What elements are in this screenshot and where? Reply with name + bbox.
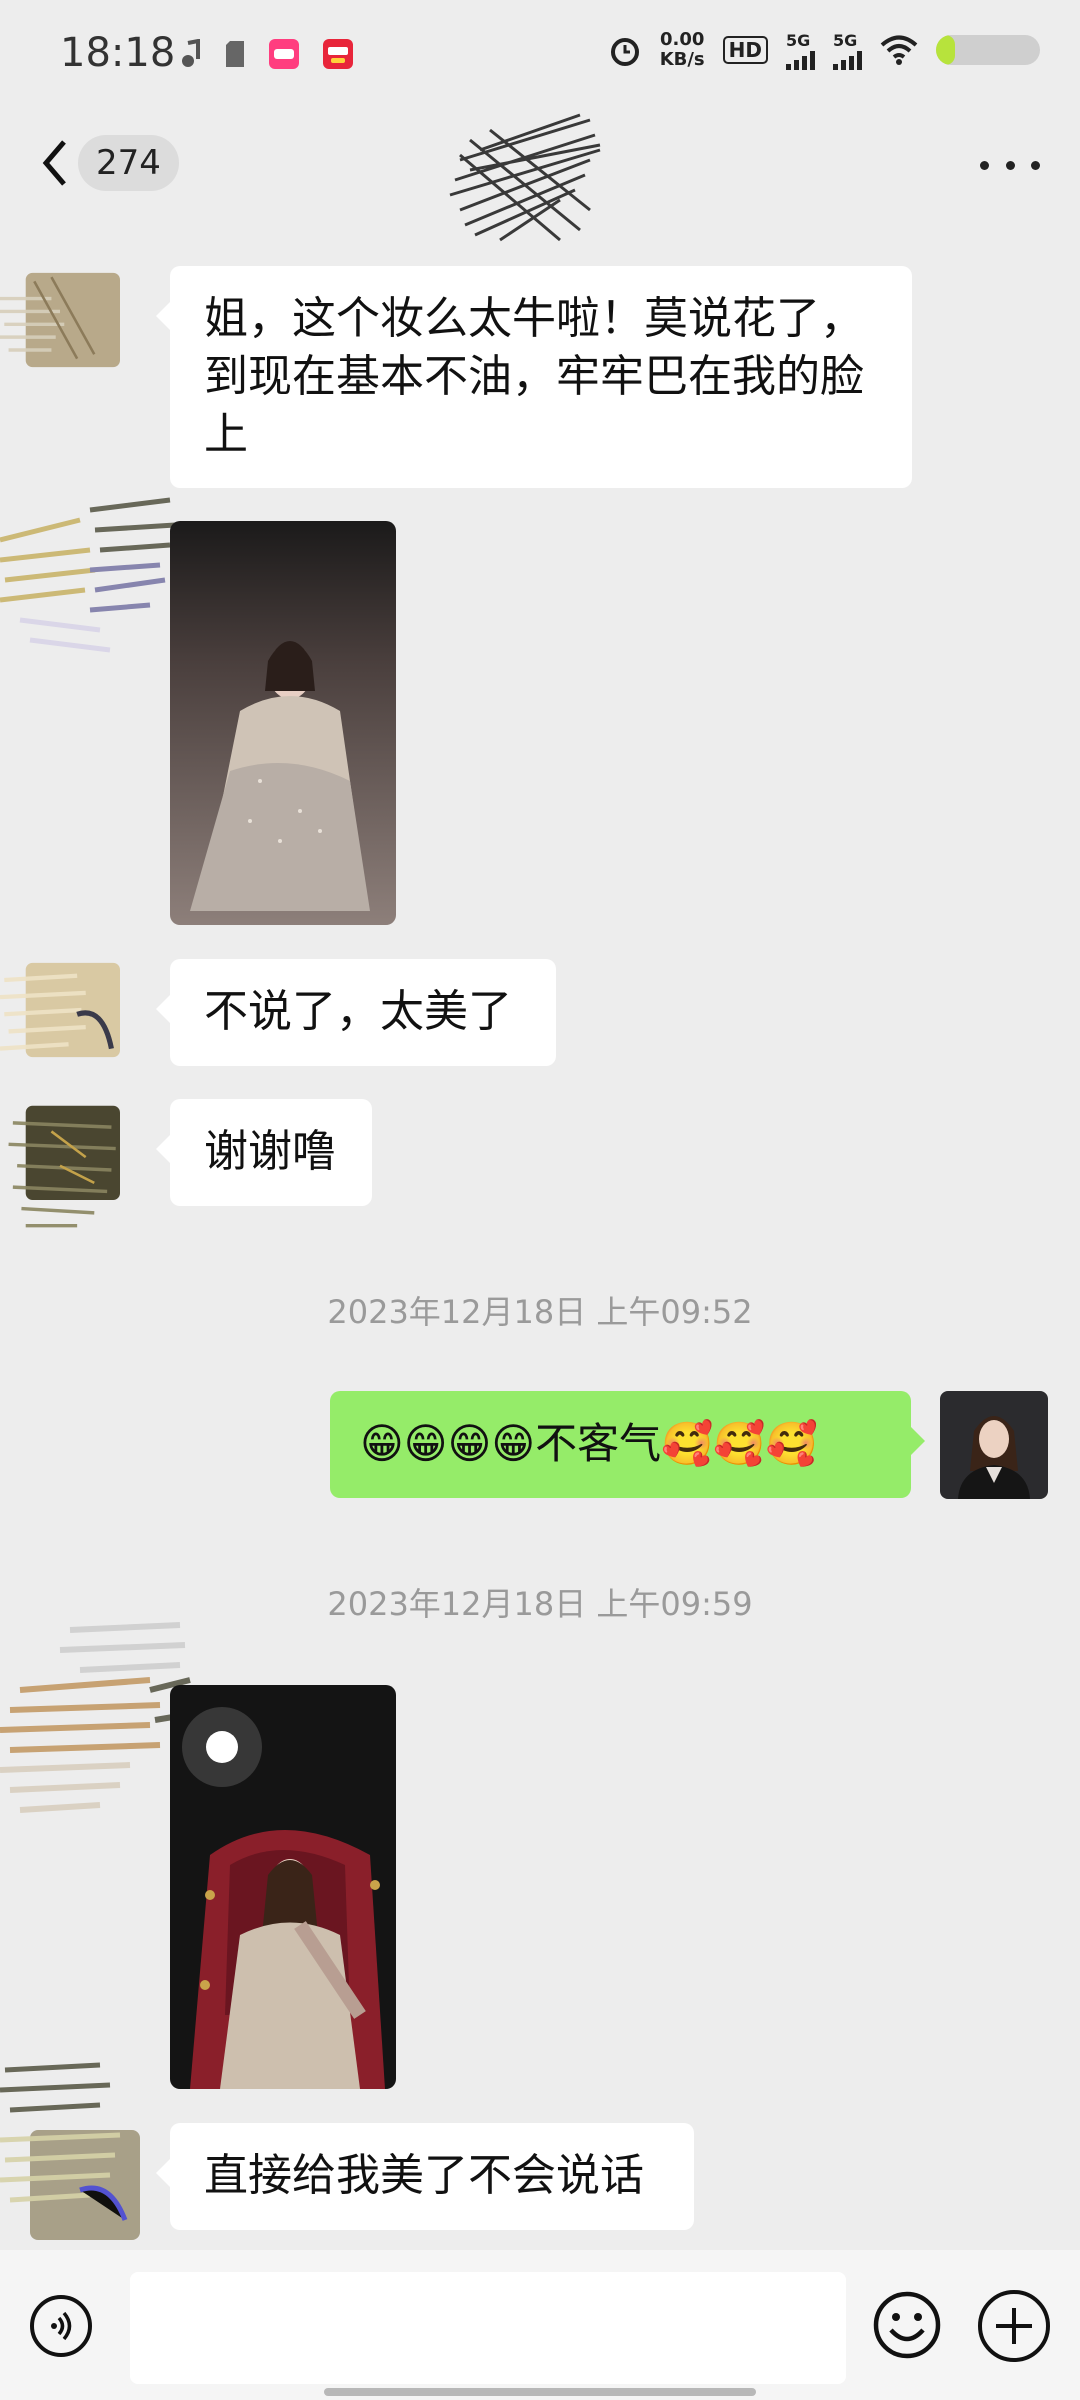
cellular-signal-2: 5G	[833, 31, 862, 70]
contact-avatar[interactable]	[0, 265, 120, 375]
input-bar	[0, 2250, 1080, 2400]
message-bubble-outgoing[interactable]: 😁😁😁😁不客气🥰🥰🥰	[330, 1391, 925, 1498]
battery-icon	[936, 35, 1040, 65]
back-button[interactable]: 274	[40, 135, 179, 191]
voice-wave-icon	[51, 2311, 72, 2341]
app-notification-icon	[323, 39, 353, 69]
network-speed-value: 0.00	[659, 29, 705, 50]
message-bubble-incoming[interactable]: 不说了，太美了	[156, 959, 556, 1066]
message-bubble-incoming[interactable]: 直接给我美了不会说话	[156, 2123, 694, 2230]
status-time: 18:18	[60, 30, 176, 76]
message-list[interactable]: 姐，这个妆么太牛啦！莫说花了，到现在基本不油，牢牢巴在我的脸上 不说了，太美了	[0, 230, 1080, 2250]
dot-icon	[1005, 160, 1015, 170]
emoji-button[interactable]	[872, 2290, 942, 2360]
message-bubble-incoming[interactable]: 谢谢噜	[156, 1099, 372, 1206]
status-system-icons: 0.00 KB/s HD 5G 5G	[608, 30, 1040, 70]
dot-icon	[980, 160, 989, 170]
contact-avatar[interactable]	[0, 955, 120, 1065]
more-options-button[interactable]	[980, 150, 1040, 180]
message-timestamp: 2023年12月18日 上午09:52	[327, 1293, 753, 1331]
unread-count-badge: 274	[78, 135, 179, 191]
contact-avatar[interactable]	[0, 480, 180, 660]
message-text: 姐，这个妆么太牛啦！莫说花了，到现在基本不油，牢牢巴在我的脸上	[204, 293, 864, 460]
message-image[interactable]	[170, 521, 396, 925]
message-text: 😁😁😁😁不客气🥰🥰🥰	[360, 1419, 819, 1468]
more-functions-button[interactable]	[978, 2290, 1050, 2362]
dot-icon	[1031, 160, 1040, 170]
contact-avatar[interactable]	[0, 1095, 120, 1245]
alarm-icon	[610, 38, 639, 66]
home-indicator[interactable]	[324, 2388, 756, 2396]
contact-avatar[interactable]	[0, 1620, 191, 1820]
message-text: 谢谢噜	[204, 1126, 336, 1177]
wifi-icon	[880, 35, 918, 65]
app-notification-icon	[269, 39, 299, 69]
network-type-label: 5G	[786, 30, 811, 50]
signal-bars-icon	[786, 50, 815, 70]
status-notification-icons	[180, 38, 354, 70]
cellular-signal-1: 5G	[786, 31, 815, 70]
network-speed-unit: KB/s	[659, 49, 705, 70]
hd-voice-badge: HD	[722, 36, 768, 64]
message-input[interactable]	[130, 2272, 846, 2384]
signal-bars-icon	[833, 50, 862, 70]
chevron-left-icon	[42, 140, 66, 186]
message-image[interactable]	[170, 1685, 396, 2089]
message-timestamp: 2023年12月18日 上午09:59	[327, 1585, 753, 1623]
voice-input-button[interactable]	[30, 2295, 92, 2357]
music-note-icon	[182, 39, 200, 67]
network-speed: 0.00 KB/s	[660, 30, 705, 70]
message-text: 不说了，太美了	[204, 986, 512, 1037]
contact-avatar[interactable]	[0, 2060, 140, 2260]
sim-card-icon	[226, 41, 244, 67]
message-text: 直接给我美了不会说话	[204, 2150, 644, 2201]
network-type-label: 5G	[833, 30, 858, 50]
user-avatar[interactable]	[940, 1391, 1048, 1499]
status-bar: 18:18 0.00 KB/s HD 5G 5G	[0, 0, 1080, 110]
redacted-contact-name	[449, 113, 601, 242]
chat-header: 274	[0, 110, 1080, 242]
message-bubble-incoming[interactable]: 姐，这个妆么太牛啦！莫说花了，到现在基本不油，牢牢巴在我的脸上	[156, 266, 912, 488]
